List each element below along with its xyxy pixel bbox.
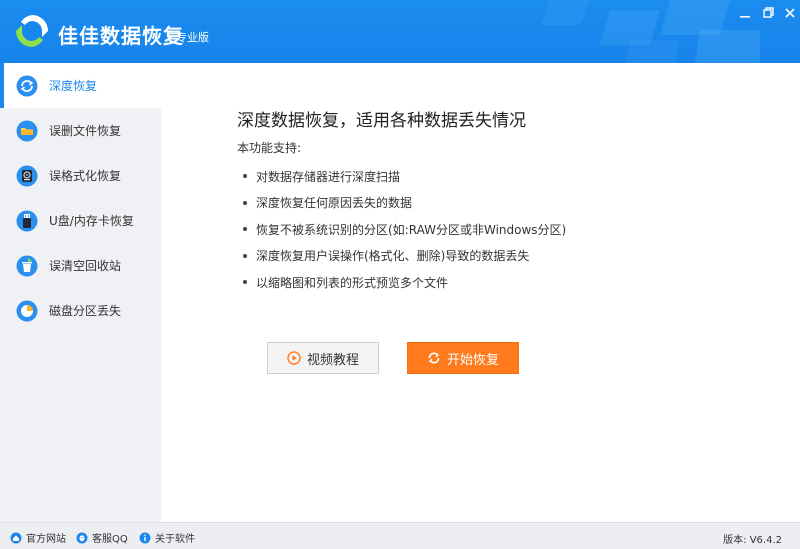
bullet-icon: [243, 174, 247, 179]
app-edition: 专业版: [176, 31, 209, 44]
start-recovery-button[interactable]: 开始恢复: [407, 342, 519, 374]
maximize-icon[interactable]: [761, 6, 775, 20]
feature-subhead: 本功能支持:: [237, 141, 302, 155]
bullet-icon: [243, 280, 247, 285]
close-icon[interactable]: [783, 6, 797, 20]
title-bar: 佳佳数据恢复 专业版: [0, 0, 800, 63]
usb-drive-icon: [16, 210, 38, 232]
minimize-icon[interactable]: [738, 6, 752, 20]
sidebar: 深度恢复 误删文件恢复 误格式化恢复 U盘/内存卡恢复 误清空回收站 磁盘分区丢…: [0, 63, 161, 522]
sidebar-item-deep-recovery[interactable]: 深度恢复: [0, 63, 161, 108]
qq-icon: [76, 532, 88, 543]
refresh-icon: [428, 352, 440, 364]
folder-icon: [16, 120, 38, 142]
version-label: 版本: V6.4.2: [723, 535, 782, 546]
list-item: 以缩略图和列表的形式预览多个文件: [243, 269, 566, 296]
list-item: 对数据存储器进行深度扫描: [243, 163, 566, 190]
play-icon: [287, 351, 301, 365]
status-bar: 官方网站 客服QQ 关于软件 版本: V6.4.2: [0, 522, 800, 549]
sidebar-item-usb-card[interactable]: U盘/内存卡恢复: [0, 198, 161, 243]
page-title: 深度数据恢复，适用各种数据丢失情况: [237, 111, 526, 131]
app-title: 佳佳数据恢复: [58, 24, 184, 48]
video-tutorial-button[interactable]: 视频教程: [267, 342, 379, 374]
sidebar-item-partition-loss[interactable]: 磁盘分区丢失: [0, 288, 161, 333]
refresh-icon: [16, 75, 38, 97]
sidebar-item-deleted-files[interactable]: 误删文件恢复: [0, 108, 161, 153]
decorative-cubes-graphic: [540, 0, 760, 63]
sidebar-item-label: 磁盘分区丢失: [49, 304, 122, 318]
bullet-icon: [243, 227, 247, 232]
main-content: 深度数据恢复，适用各种数据丢失情况 本功能支持: 对数据存储器进行深度扫描 深度…: [161, 63, 800, 522]
feature-list: 对数据存储器进行深度扫描 深度恢复任何原因丢失的数据 恢复不被系统识别的分区(如…: [243, 163, 566, 296]
sidebar-item-label: 误清空回收站: [49, 259, 122, 273]
official-website-link[interactable]: 官方网站: [10, 530, 66, 545]
about-software-link[interactable]: 关于软件: [139, 530, 195, 545]
sidebar-item-label: U盘/内存卡恢复: [49, 214, 134, 228]
partition-icon: [16, 300, 38, 322]
app-logo-icon: [16, 15, 48, 47]
customer-qq-link[interactable]: 客服QQ: [76, 530, 128, 545]
bullet-icon: [243, 200, 247, 205]
sidebar-item-label: 深度恢复: [49, 79, 98, 93]
list-item: 深度恢复用户误操作(格式化、删除)导致的数据丢失: [243, 243, 566, 270]
sidebar-item-recycle-bin[interactable]: 误清空回收站: [0, 243, 161, 288]
sidebar-item-label: 误格式化恢复: [49, 169, 122, 183]
bullet-icon: [243, 253, 247, 258]
list-item: 深度恢复任何原因丢失的数据: [243, 190, 566, 217]
home-icon: [10, 532, 22, 543]
recycle-bin-icon: [16, 255, 38, 277]
disk-icon: [16, 165, 38, 187]
list-item: 恢复不被系统识别的分区(如:RAW分区或非Windows分区): [243, 216, 566, 243]
sidebar-item-format-recovery[interactable]: 误格式化恢复: [0, 153, 161, 198]
info-icon: [139, 532, 151, 543]
sidebar-item-label: 误删文件恢复: [49, 124, 122, 138]
